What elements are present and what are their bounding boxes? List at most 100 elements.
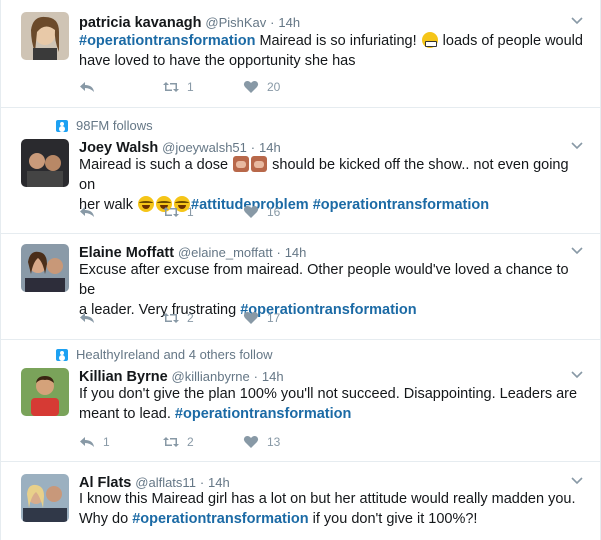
tweet-al-flats[interactable]: Al Flats @alflats11 · 14h I know this Ma… — [1, 462, 600, 540]
retweet-button[interactable]: 1 — [163, 77, 194, 97]
reply-count: 1 — [103, 435, 110, 449]
handle[interactable]: @elaine_moffatt — [178, 245, 273, 260]
timestamp[interactable]: 14h — [285, 245, 307, 260]
person-follows-icon — [56, 120, 68, 132]
reply-button[interactable] — [79, 77, 95, 97]
avatar[interactable] — [21, 12, 69, 60]
tweet-text: Excuse after excuse from mairead. Other … — [79, 260, 584, 320]
timestamp[interactable]: 14h — [262, 369, 284, 384]
heart-icon — [243, 81, 259, 93]
retweet-icon — [163, 82, 179, 92]
retweet-button[interactable]: 2 — [163, 432, 194, 452]
text-segment: a leader. Very frustrating — [79, 302, 241, 318]
text-segment: Why do — [79, 511, 133, 527]
tweet-text-line: I know this Mairead girl has a lot on bu… — [79, 491, 576, 507]
context-text[interactable]: HealthyIreland and 4 others follow — [76, 347, 273, 363]
avatar[interactable] — [21, 368, 69, 416]
person-follows-icon — [56, 349, 68, 361]
chevron-down-icon[interactable] — [571, 368, 583, 380]
fullname[interactable]: patricia kavanagh — [79, 15, 202, 31]
tweet-header: Joey Walsh @joeywalsh51 · 14h — [79, 137, 281, 157]
joy-emoji — [138, 196, 155, 212]
tweet-text-line: Mairead is such a dose should be kicked … — [79, 155, 584, 195]
tweet-text: I know this Mairead girl has a lot on bu… — [79, 489, 584, 529]
reply-icon — [80, 207, 94, 217]
timestamp[interactable]: 14h — [208, 475, 230, 490]
retweet-count: 2 — [187, 435, 194, 449]
tweet-text-line: If you don't give the plan 100% you'll n… — [79, 386, 578, 402]
retweet-button[interactable]: 2 — [163, 308, 194, 328]
handle[interactable]: @PishKav — [205, 15, 266, 30]
social-context: 98FM follows — [56, 118, 153, 134]
hashtag-link[interactable]: #operationtransformation — [132, 511, 308, 527]
fullname[interactable]: Killian Byrne — [79, 369, 168, 385]
reply-icon — [80, 82, 94, 92]
retweet-icon — [163, 437, 179, 447]
separator-dot: · — [250, 140, 256, 155]
tweet-header: patricia kavanagh @PishKav · 14h — [79, 12, 300, 32]
tweet-elaine-moffatt[interactable]: Elaine Moffatt @elaine_moffatt · 14h Exc… — [1, 234, 600, 340]
avatar[interactable] — [21, 139, 69, 187]
hashtag-link[interactable]: #operationtransformation — [175, 406, 351, 422]
reply-icon — [80, 437, 94, 447]
chevron-down-icon[interactable] — [571, 244, 583, 256]
tweet-header: Killian Byrne @killianbyrne · 14h — [79, 366, 284, 386]
like-button[interactable]: 16 — [243, 202, 280, 222]
heart-icon — [243, 436, 259, 448]
like-count: 13 — [267, 435, 281, 449]
retweet-count: 2 — [187, 311, 194, 325]
social-context: HealthyIreland and 4 others follow — [56, 347, 273, 363]
avatar[interactable] — [21, 244, 69, 292]
tweet-text-line: have loved to have the opportunity she h… — [79, 53, 356, 69]
tweet-text: If you don't give the plan 100% you'll n… — [79, 384, 584, 424]
heart-icon — [243, 312, 259, 324]
tweet-text-line: Excuse after excuse from mairead. Other … — [79, 262, 569, 298]
text-segment: meant to lead. — [79, 406, 175, 422]
hashtag-link[interactable]: #operationtransformation — [79, 33, 255, 49]
separator-dot: · — [276, 245, 281, 260]
like-button[interactable]: 17 — [243, 308, 280, 328]
text-segment: Mairead is such a dose — [79, 157, 233, 173]
handle[interactable]: @joeywalsh51 — [162, 140, 247, 155]
hashtag-link[interactable]: #operationtransformation — [313, 197, 489, 213]
grimace-emoji — [421, 32, 438, 48]
see-no-evil-monkey-emoji — [233, 156, 250, 172]
chevron-down-icon[interactable] — [571, 474, 583, 486]
retweet-count: 1 — [187, 205, 194, 219]
tweet-text-line: a leader. Very frustrating #operationtra… — [79, 300, 584, 320]
reply-button[interactable]: 1 — [79, 432, 110, 452]
reply-button[interactable] — [79, 202, 95, 222]
tweet-joey-walsh[interactable]: 98FM follows Joey Walsh @joeywalsh51 · 1… — [1, 108, 600, 234]
fullname[interactable]: Joey Walsh — [79, 140, 158, 156]
separator-dot: · — [199, 475, 205, 490]
tweet-text: Mairead is such a dose should be kicked … — [79, 155, 584, 215]
chevron-down-icon[interactable] — [571, 139, 583, 151]
tweet-patricia-kavanagh[interactable]: patricia kavanagh @PishKav · 14h #operat… — [1, 0, 600, 108]
like-button[interactable]: 20 — [243, 77, 280, 97]
retweet-count: 1 — [187, 80, 194, 94]
reply-icon — [80, 313, 94, 323]
tweet-header: Elaine Moffatt @elaine_moffatt · 14h — [79, 242, 306, 262]
separator-dot: · — [270, 15, 275, 30]
like-count: 16 — [267, 205, 281, 219]
tweet-text-line: #operationtransformation Mairead is so i… — [79, 31, 584, 51]
fullname[interactable]: Elaine Moffatt — [79, 245, 174, 261]
tweet-killian-byrne[interactable]: HealthyIreland and 4 others follow Killi… — [1, 340, 600, 462]
retweet-icon — [163, 313, 179, 323]
avatar[interactable] — [21, 474, 69, 522]
tweet-text-line: Why do #operationtransformation if you d… — [79, 509, 584, 529]
timestamp[interactable]: 14h — [278, 15, 300, 30]
context-text[interactable]: 98FM follows — [76, 118, 153, 134]
see-no-evil-monkey-emoji — [251, 156, 268, 172]
reply-button[interactable] — [79, 308, 95, 328]
timestamp[interactable]: 14h — [259, 140, 281, 155]
handle[interactable]: @killianbyrne — [172, 369, 250, 384]
tweet-text: #operationtransformation Mairead is so i… — [79, 31, 584, 71]
handle[interactable]: @alflats11 — [135, 475, 196, 490]
like-button[interactable]: 13 — [243, 432, 280, 452]
chevron-down-icon[interactable] — [571, 14, 583, 26]
retweet-button[interactable]: 1 — [163, 202, 194, 222]
text-segment: if you don't give it 100%?! — [308, 511, 478, 527]
text-segment: Mairead is so infuriating! — [255, 33, 421, 49]
text-segment: loads of people would — [438, 33, 583, 49]
